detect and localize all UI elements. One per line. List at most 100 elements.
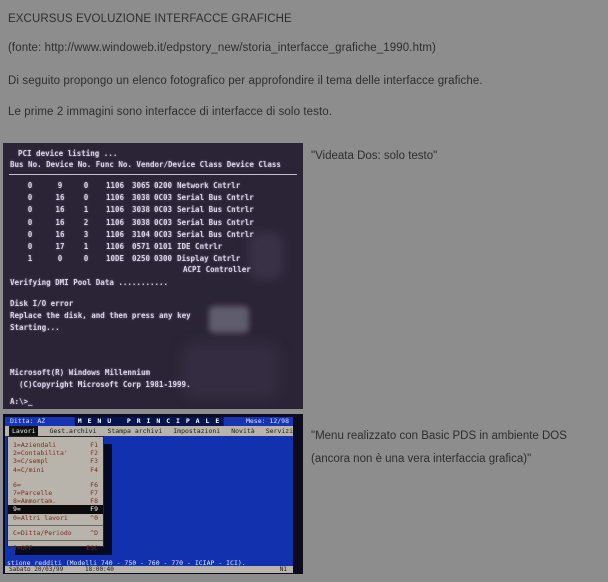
document-page: EXCURSUS EVOLUZIONE INTERFACCE GRAFICHE … (0, 0, 608, 582)
pci-cell: 16 (49, 217, 71, 229)
pci-table-row: 0163110631040C03Serial Bus Cntrlr (3, 229, 303, 241)
page-title: EXCURSUS EVOLUZIONE INTERFACCE GRAFICHE (8, 13, 292, 25)
disk-error-line: Disk I/O error (10, 299, 73, 308)
dropdown-item-label: 1=Aziendali (13, 441, 56, 449)
dos-prompt: A:\>_ (10, 397, 33, 406)
pci-cell: 0 (11, 192, 49, 204)
starting-line: Starting... (10, 323, 60, 332)
dropdown-item-shortcut: F7 (90, 489, 98, 497)
pci-cell: 0 (11, 180, 49, 192)
month-label: Mese: 12/98 (246, 417, 289, 426)
pci-cell: 1106 (101, 204, 129, 216)
pci-cell: 0 (49, 253, 71, 265)
verifying-dmi-line: Verifying DMI Pool Data ........... (10, 278, 168, 287)
dropdown-item-label: 6= (13, 481, 21, 489)
crt-screen: Ditta: AZ M E N U P R I N C I P A L E Me… (5, 417, 293, 573)
dropdown-item-label: 2=Contabilita' (13, 449, 68, 457)
pci-table-row: 090110630650200Network Cntrlr (3, 180, 303, 192)
separator-line (9, 174, 297, 175)
pci-cell: 0 (71, 180, 101, 192)
screen-reflection (183, 343, 278, 398)
acpi-controller-line: ACPI Controller (183, 265, 251, 274)
menu-caption-line2: (ancora non è una vera interfaccia grafi… (311, 453, 531, 465)
pci-cell: Serial Bus Cntrlr (177, 204, 254, 216)
pci-cell: 1106 (101, 229, 129, 241)
pci-cell: 3104 (129, 229, 153, 241)
dropdown-item: 4=C/mini F4 (8, 466, 103, 474)
dropdown-item-selected: 9=F9 (8, 505, 103, 513)
pci-cell: 3038 (129, 204, 153, 216)
dropdown-item-shortcut: F1 (90, 441, 98, 449)
pci-cell: 1 (71, 204, 101, 216)
menubar-item-servizi: Servizi (266, 426, 293, 436)
source-url-line: (fonte: http://www.windoweb.it/edpstory_… (8, 42, 436, 54)
pci-cell: 1106 (101, 180, 129, 192)
dropdown-item: 0=Altri lavori ^0 (8, 514, 103, 522)
pci-cell: 0250 (129, 253, 153, 265)
dropdown-item-label: 3=C/sempl (13, 457, 48, 465)
dropdown-item-shortcut: F8 (90, 497, 98, 505)
dropdown-item: 3=C/semplF3 (8, 457, 103, 465)
pci-cell: 0C03 (153, 192, 173, 204)
lavori-dropdown-menu: 1=Aziendali F1 2=Contabilita' F23=C/semplF3… (7, 436, 104, 547)
pci-cell: 0C03 (153, 217, 173, 229)
pci-cell: 9 (49, 180, 71, 192)
pci-cell: 0 (11, 241, 49, 253)
pci-columns-header: Bus No. Device No. Func No. Vendor/Devic… (10, 160, 281, 169)
copyright-line: (C)Copyright Microsoft Corp 1981-1999. (19, 380, 191, 389)
pci-cell: 0 (11, 229, 49, 241)
pci-cell: 3065 (129, 180, 153, 192)
dropdown-item-shortcut: F6 (90, 481, 98, 489)
dropdown-item-label: 0=Altri lavori (13, 514, 68, 522)
microsoft-line: Microsoft(R) Windows Millennium (10, 368, 150, 377)
dropdown-separator (8, 540, 103, 541)
pci-cell: 1106 (101, 192, 129, 204)
dropdown-item: 6= F6 (8, 481, 103, 489)
intro-text: Di seguito propongo un elenco fotografic… (8, 75, 483, 87)
pci-cell: 0 (11, 204, 49, 216)
pci-table-row: 0162110630380C03Serial Bus Cntrlr (3, 217, 303, 229)
dropdown-item-label: 4=C/mini (13, 466, 44, 474)
dropdown-item-shortcut: ^0 (90, 514, 98, 522)
dropdown-item: 7=Parcelle F7 (8, 489, 103, 497)
pci-table-row: 0161110630380C03Serial Bus Cntrlr (3, 204, 303, 216)
status-time: 18:00:40 (85, 566, 114, 573)
pci-listing-title: PCI device listing ... (18, 149, 117, 158)
pci-table-row: 0171110605710101IDE Cntrlr (3, 241, 303, 253)
pci-cell: Serial Bus Cntrlr (177, 217, 254, 229)
dropdown-separator (8, 525, 103, 526)
dropdown-gap (8, 474, 103, 481)
dropdown-item-shortcut: F4 (90, 466, 98, 474)
dropdown-item: C=Ditta/Periodo ^D (8, 529, 103, 537)
pci-cell: 0300 (153, 253, 173, 265)
dropdown-item-label: 8=Ammortam. (13, 497, 56, 505)
menubar-item-gest-archivi: Gest.archivi (49, 426, 96, 436)
pci-cell: 3038 (129, 217, 153, 229)
menubar-item-stampa-archivi: Stampa archivi (107, 426, 162, 436)
dropdown-item-shortcut: ^D (90, 529, 98, 537)
app-titlebar: Ditta: AZ M E N U P R I N C I P A L E Me… (5, 417, 293, 426)
dropdown-item-label: J=OFF (13, 544, 33, 552)
pci-cell: 0C03 (153, 229, 173, 241)
basic-pds-menu-photo: Ditta: AZ M E N U P R I N C I P A L E Me… (3, 414, 303, 574)
pci-cell: 1106 (101, 241, 129, 253)
dropdown-item: 8=Ammortam. F8 (8, 497, 103, 505)
dropdown-item-label: 9= (13, 505, 21, 513)
screen-reflection (209, 306, 249, 333)
dropdown-item-shortcut: F2 (90, 449, 98, 457)
pci-cell: 0200 (153, 180, 173, 192)
pci-cell: 0 (71, 192, 101, 204)
pci-cell: 2 (71, 217, 101, 229)
dropdown-item-label: 7=Parcelle (13, 489, 52, 497)
pci-cell: Serial Bus Cntrlr (177, 192, 254, 204)
pci-cell: IDE Cntrlr (177, 241, 222, 253)
pci-cell: 3 (71, 229, 101, 241)
pci-cell: 16 (49, 204, 71, 216)
pci-cell: 0571 (129, 241, 153, 253)
status-date: Sabato 20/03/99 (9, 566, 63, 573)
dropdown-item-label: C=Ditta/Periodo (13, 529, 72, 537)
pci-table-row: 10010DE02500300Display Cntrlr (3, 253, 303, 265)
pci-cell: 16 (49, 192, 71, 204)
dropdown-item: 2=Contabilita' F2 (8, 449, 103, 457)
menu-caption-line1: "Menu realizzato con Basic PDS in ambien… (311, 430, 567, 442)
